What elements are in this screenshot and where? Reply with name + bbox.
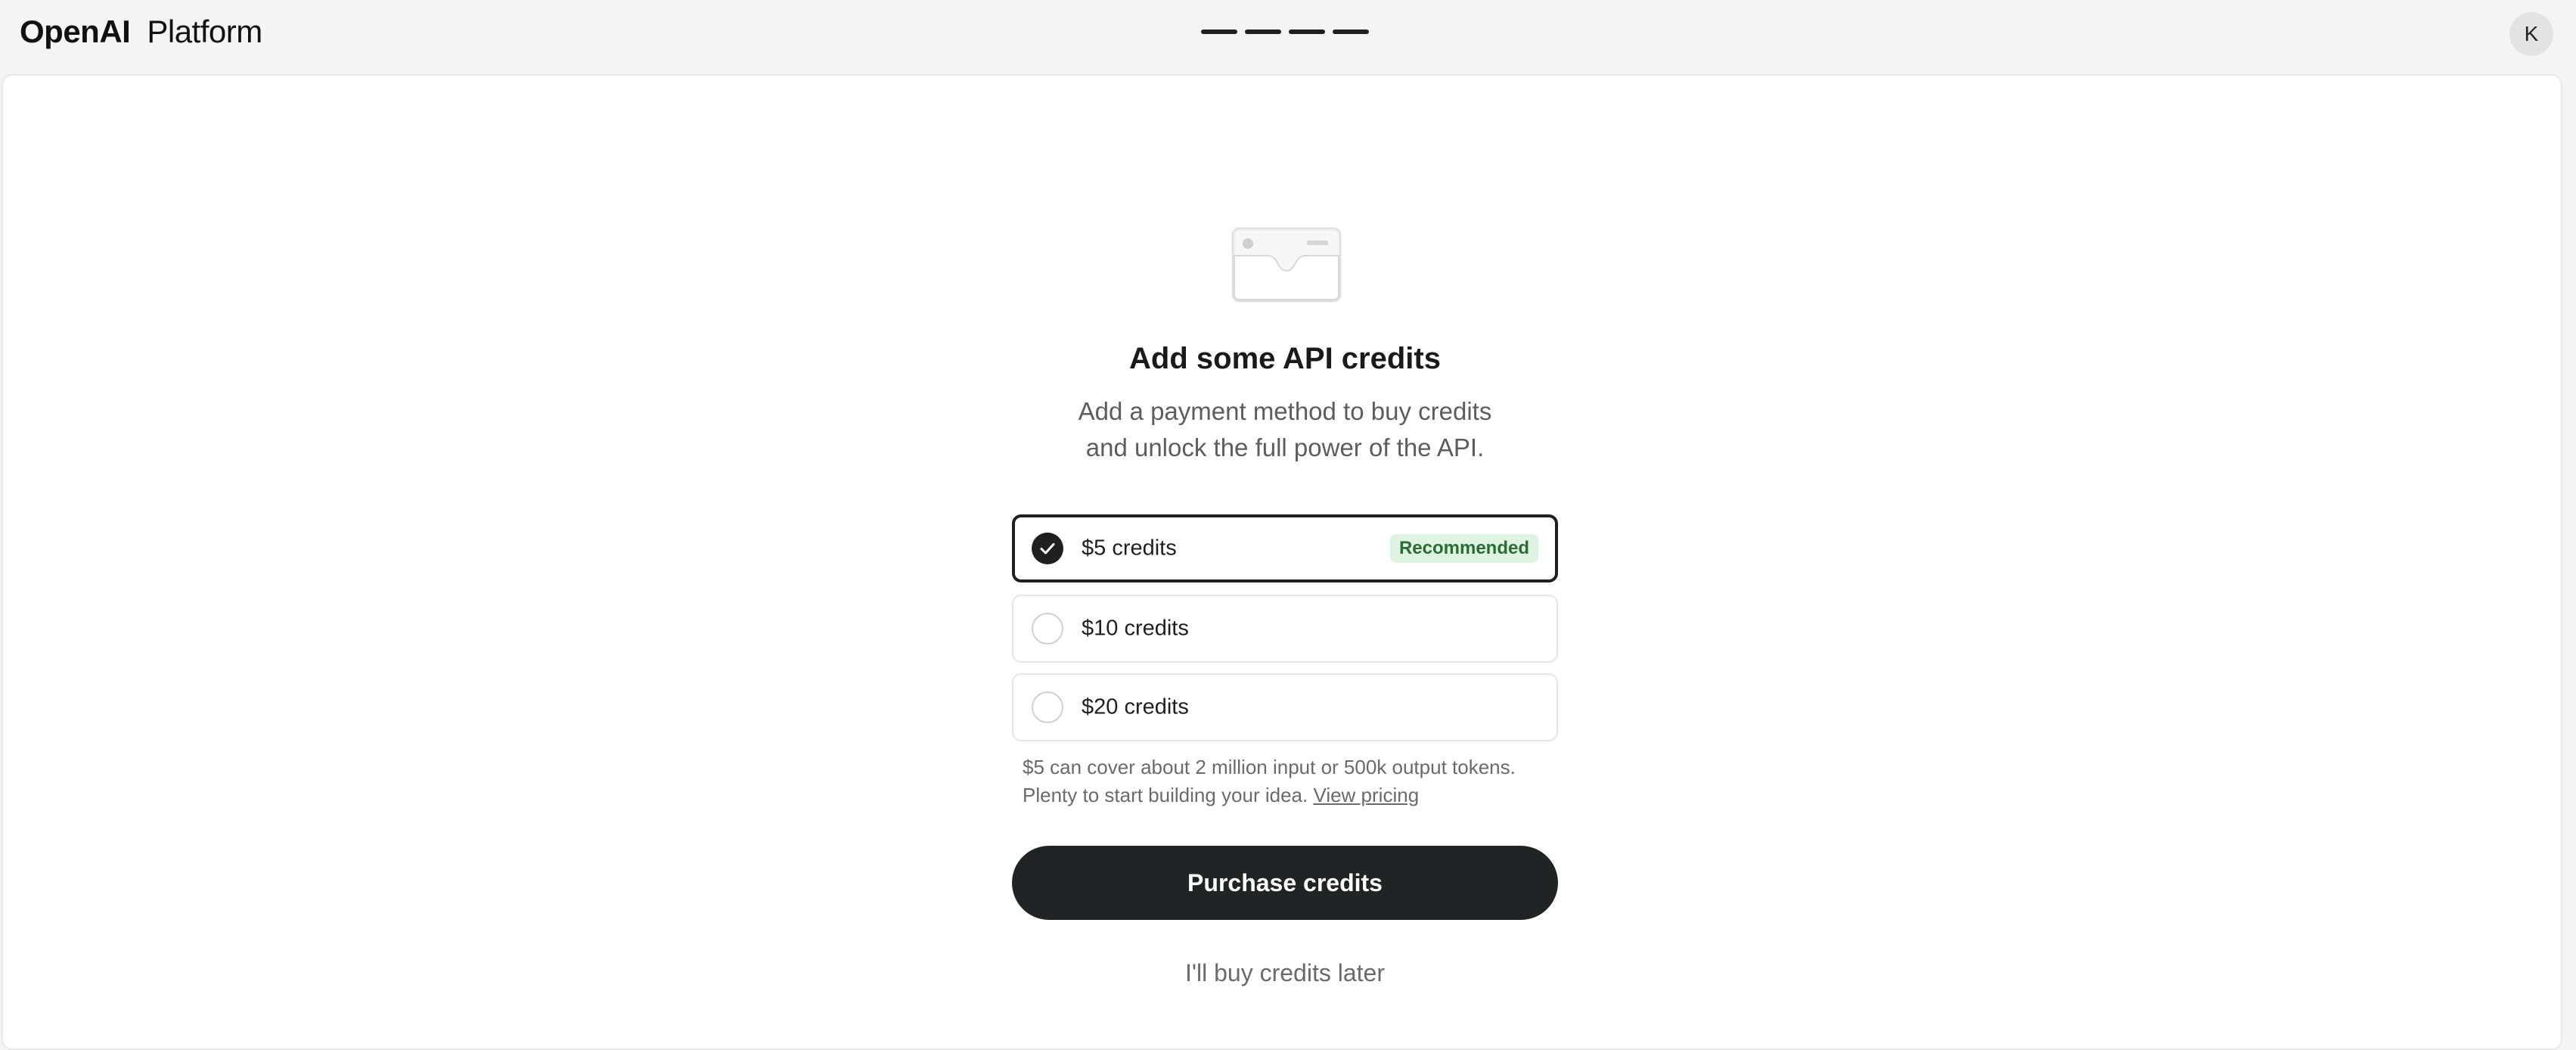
top-bar: OpenAI Platform K bbox=[0, 0, 2576, 74]
page-subtitle: Add a payment method to buy credits and … bbox=[1012, 393, 1558, 466]
subtitle-line-1: Add a payment method to buy credits bbox=[1078, 397, 1492, 425]
brand-product: Platform bbox=[147, 14, 262, 49]
view-pricing-link[interactable]: View pricing bbox=[1313, 784, 1419, 806]
credit-option-5[interactable]: $5 credits Recommended bbox=[1012, 514, 1558, 582]
brand-name: OpenAI bbox=[20, 14, 131, 49]
subtitle-line-2: and unlock the full power of the API. bbox=[1085, 433, 1485, 461]
main-panel: Add some API credits Add a payment metho… bbox=[2, 74, 2562, 1050]
radio-unchecked-icon bbox=[1032, 613, 1063, 645]
brand-logo[interactable]: OpenAI Platform bbox=[20, 14, 262, 50]
note-line-2-text: Plenty to start building your idea. bbox=[1023, 784, 1308, 806]
recommended-badge: Recommended bbox=[1389, 534, 1538, 563]
radio-unchecked-icon bbox=[1032, 691, 1063, 723]
credit-option-10[interactable]: $10 credits bbox=[1012, 595, 1558, 663]
page-title: Add some API credits bbox=[1129, 342, 1441, 375]
avatar-initial: K bbox=[2524, 22, 2539, 45]
progress-step-1 bbox=[1201, 30, 1237, 34]
buy-later-link[interactable]: I'll buy credits later bbox=[1012, 959, 1558, 987]
check-icon bbox=[1032, 533, 1063, 564]
progress-step-2 bbox=[1245, 30, 1281, 34]
credit-option-20[interactable]: $20 credits bbox=[1012, 673, 1558, 741]
credit-option-label: $10 credits bbox=[1082, 616, 1189, 641]
credit-option-label: $5 credits bbox=[1082, 536, 1177, 561]
credits-note: $5 can cover about 2 million input or 50… bbox=[1023, 753, 1567, 809]
credit-option-label: $20 credits bbox=[1082, 694, 1189, 719]
note-line-2: Plenty to start building your idea. View… bbox=[1023, 781, 1567, 809]
progress-step-3 bbox=[1289, 30, 1325, 34]
note-line-1: $5 can cover about 2 million input or 50… bbox=[1023, 756, 1516, 778]
progress-step-4 bbox=[1333, 30, 1369, 34]
onboarding-progress bbox=[1201, 30, 1369, 34]
user-avatar[interactable]: K bbox=[2509, 12, 2553, 56]
credit-card-icon bbox=[1231, 226, 1342, 303]
purchase-credits-button[interactable]: Purchase credits bbox=[1012, 846, 1558, 920]
